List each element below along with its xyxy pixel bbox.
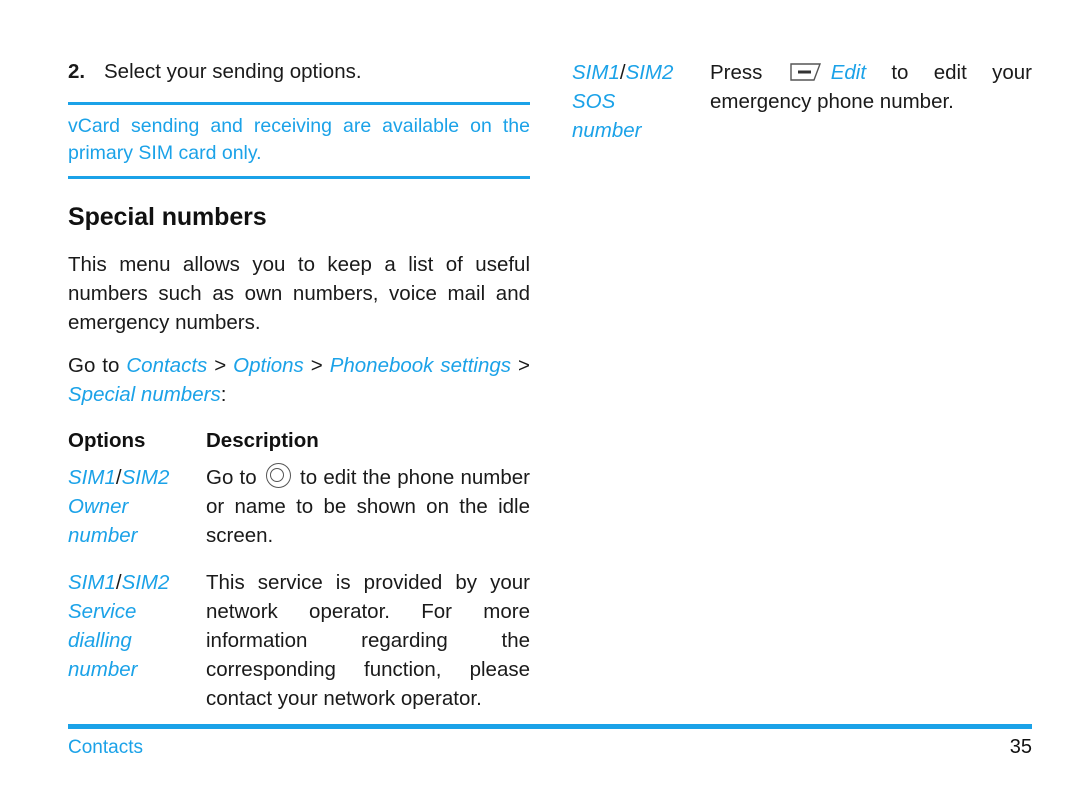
option-sim1: SIM1 (68, 466, 116, 489)
option-label-line: dialling (68, 629, 132, 652)
left-column: 2. Select your sending options. vCard se… (68, 58, 530, 731)
table-header-row: Options Description (68, 429, 530, 463)
options-table: Options Description SIM1/SIM2 Owner numb… (68, 429, 530, 731)
footer-row: Contacts 35 (68, 736, 1032, 759)
path-prefix: Go to (68, 354, 127, 377)
option-cell-sos-number: SIM1/SIM2 SOS number (572, 58, 710, 163)
left-soft-key-icon (790, 63, 827, 81)
table-row: SIM1/SIM2 Owner number Go to to edit the… (68, 463, 530, 568)
step-number: 2. (68, 60, 86, 83)
description-text-before-icon: Press (710, 61, 788, 84)
option-sim2: SIM2 (121, 571, 170, 594)
path-separator: > (511, 354, 530, 377)
option-cell-owner-number: SIM1/SIM2 Owner number (68, 463, 206, 568)
description-cell-service-dialling-number: This service is provided by your network… (206, 568, 530, 731)
option-cell-service-dialling-number: SIM1/SIM2 Service dialling number (68, 568, 206, 731)
column-header-description: Description (206, 429, 319, 452)
soft-key-label: Edit (830, 61, 867, 84)
path-item-phonebook-settings[interactable]: Phonebook settings (330, 354, 511, 377)
option-sim1: SIM1 (572, 61, 620, 84)
note-text: vCard sending and receiving are availabl… (68, 115, 530, 164)
page-footer: Contacts 35 (68, 724, 1032, 759)
menu-path: Go to Contacts > Options > Phonebook set… (68, 351, 530, 409)
page-title: Special numbers (68, 203, 267, 231)
description-text-before-icon: Go to (206, 466, 263, 489)
option-label-line: Service (68, 600, 137, 623)
option-label-line: SIM1/SIM2 (68, 463, 206, 492)
option-label-line: SIM1/SIM2 (572, 58, 710, 87)
note-box: vCard sending and receiving are availabl… (68, 102, 530, 179)
path-suffix: : (220, 383, 227, 406)
footer-section-name: Contacts (68, 737, 143, 758)
option-label-line: number (572, 119, 642, 142)
description-text: This service is provided by your network… (206, 571, 530, 710)
step-text: Select your sending options. (104, 60, 362, 83)
path-item-special-numbers[interactable]: Special numbers (68, 383, 221, 406)
footer-page-number: 35 (1009, 736, 1032, 758)
table-row: SIM1/SIM2 Service dialling number This s… (68, 568, 530, 731)
description-cell-sos-number: Press Edit to edit your emergency phone … (710, 58, 1032, 163)
options-table-continued: SIM1/SIM2 SOS number Press Edit to edit … (572, 58, 1032, 163)
path-item-contacts[interactable]: Contacts (126, 354, 207, 377)
option-label-line: Owner (68, 495, 129, 518)
option-label-line: SIM1/SIM2 (68, 568, 206, 597)
numbered-step: 2. Select your sending options. (68, 58, 530, 86)
path-separator: > (207, 354, 234, 377)
option-label-line: number (68, 524, 138, 547)
right-column: SIM1/SIM2 SOS number Press Edit to edit … (572, 58, 1032, 163)
description-cell-owner-number: Go to to edit the phone number or name t… (206, 463, 530, 568)
footer-divider (68, 724, 1032, 729)
path-item-options[interactable]: Options (233, 354, 304, 377)
option-label-line: SOS (572, 90, 616, 113)
table-row: SIM1/SIM2 SOS number Press Edit to edit … (572, 58, 1032, 163)
path-separator: > (303, 354, 330, 377)
option-sim2: SIM2 (121, 466, 170, 489)
option-sim1: SIM1 (68, 571, 116, 594)
column-header-options: Options (68, 429, 146, 452)
navigation-ok-key-icon (265, 463, 291, 488)
option-sim2: SIM2 (625, 61, 674, 84)
manual-page: 2. Select your sending options. vCard se… (0, 0, 1080, 810)
option-label-line: number (68, 658, 138, 681)
intro-paragraph: This menu allows you to keep a list of u… (68, 253, 530, 334)
